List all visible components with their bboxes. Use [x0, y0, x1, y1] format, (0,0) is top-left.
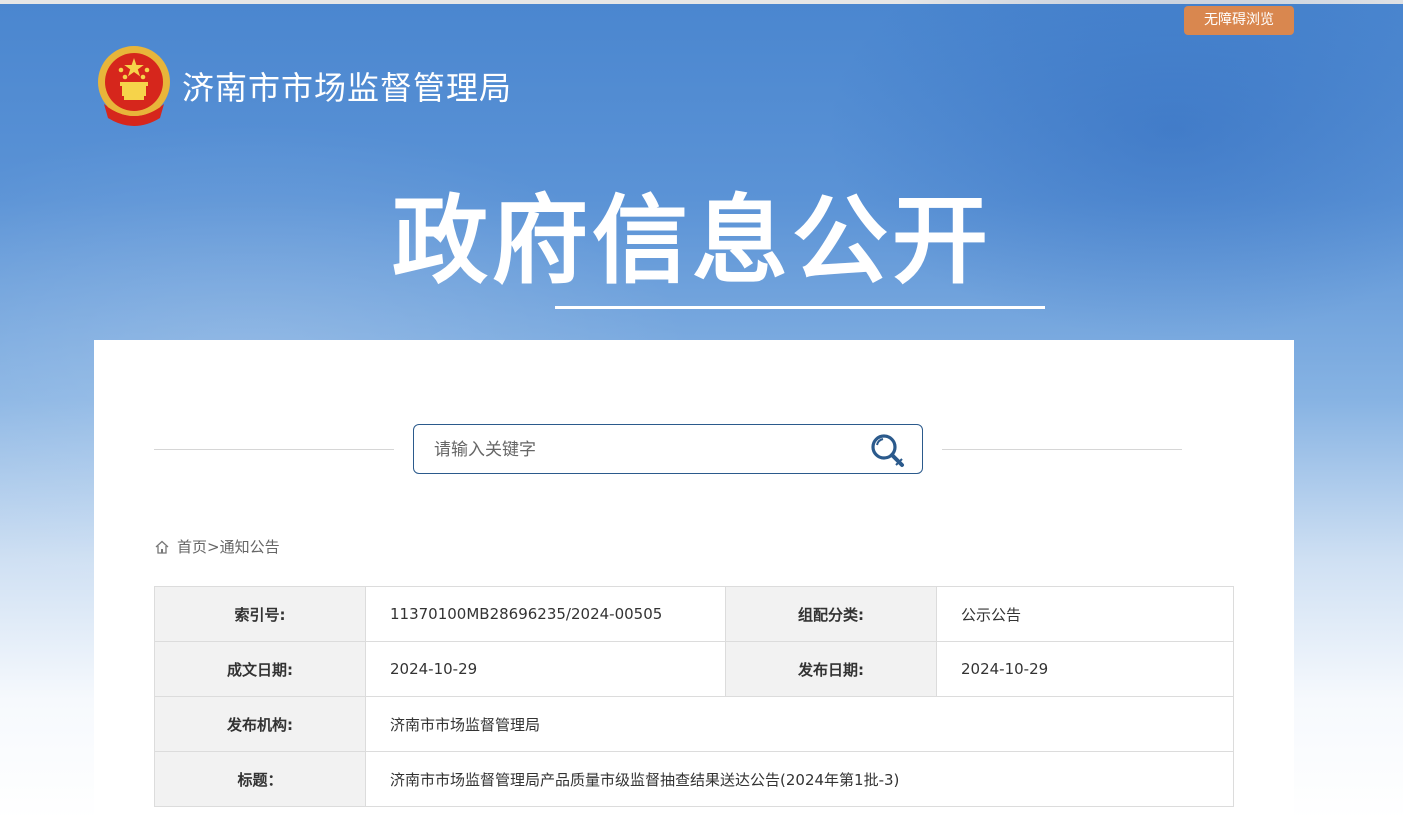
created-date-label: 成文日期: [154, 641, 366, 697]
content-panel: 首页 > 通知公告 索引号: 11370100MB28696235/2024-0… [94, 340, 1294, 820]
info-table: 索引号: 11370100MB28696235/2024-00505 组配分类:… [154, 586, 1234, 807]
breadcrumb-current-link[interactable]: 通知公告 [220, 536, 280, 557]
index-value: 11370100MB28696235/2024-00505 [365, 586, 726, 642]
search-divider-left [154, 449, 394, 450]
category-value: 公示公告 [936, 586, 1234, 642]
title-label: 标题： [154, 751, 366, 807]
search-box [413, 424, 923, 474]
table-row: 发布机构: 济南市市场监督管理局 [154, 696, 1234, 752]
hero-title: 政府信息公开 [392, 185, 992, 297]
table-row: 成文日期: 2024-10-29 发布日期: 2024-10-29 [154, 641, 1234, 697]
search-icon[interactable] [868, 431, 908, 469]
org-value: 济南市市场监督管理局 [365, 696, 1234, 752]
search-divider-right [942, 449, 1182, 450]
hero-underline [555, 306, 1045, 309]
national-emblem-icon [98, 46, 170, 126]
published-date-label: 发布日期: [725, 641, 937, 697]
created-date-value: 2024-10-29 [365, 641, 726, 697]
table-row: 索引号: 11370100MB28696235/2024-00505 组配分类:… [154, 586, 1234, 642]
page: 无障碍浏览 济南市市场监督管理局 政府信息公开 请输入关键字 首页 > 通知公告… [0, 0, 1403, 820]
site-name: 济南市市场监督管理局 [182, 69, 513, 107]
accessibility-button[interactable]: 无障碍浏览 [1184, 6, 1294, 35]
table-row: 标题： 济南市市场监督管理局产品质量市级监督抽查结果送达公告(2024年第1批-… [154, 751, 1234, 807]
breadcrumb-separator: > [207, 537, 220, 556]
index-label: 索引号: [154, 586, 366, 642]
title-value: 济南市市场监督管理局产品质量市级监督抽查结果送达公告(2024年第1批-3) [365, 751, 1234, 807]
org-label: 发布机构: [154, 696, 366, 752]
category-label: 组配分类: [725, 586, 937, 642]
breadcrumb-home-link[interactable]: 首页 [177, 536, 207, 557]
published-date-value: 2024-10-29 [936, 641, 1234, 697]
breadcrumb: 首页 > 通知公告 [154, 536, 280, 557]
home-icon [155, 540, 169, 554]
search-input[interactable] [432, 435, 846, 465]
